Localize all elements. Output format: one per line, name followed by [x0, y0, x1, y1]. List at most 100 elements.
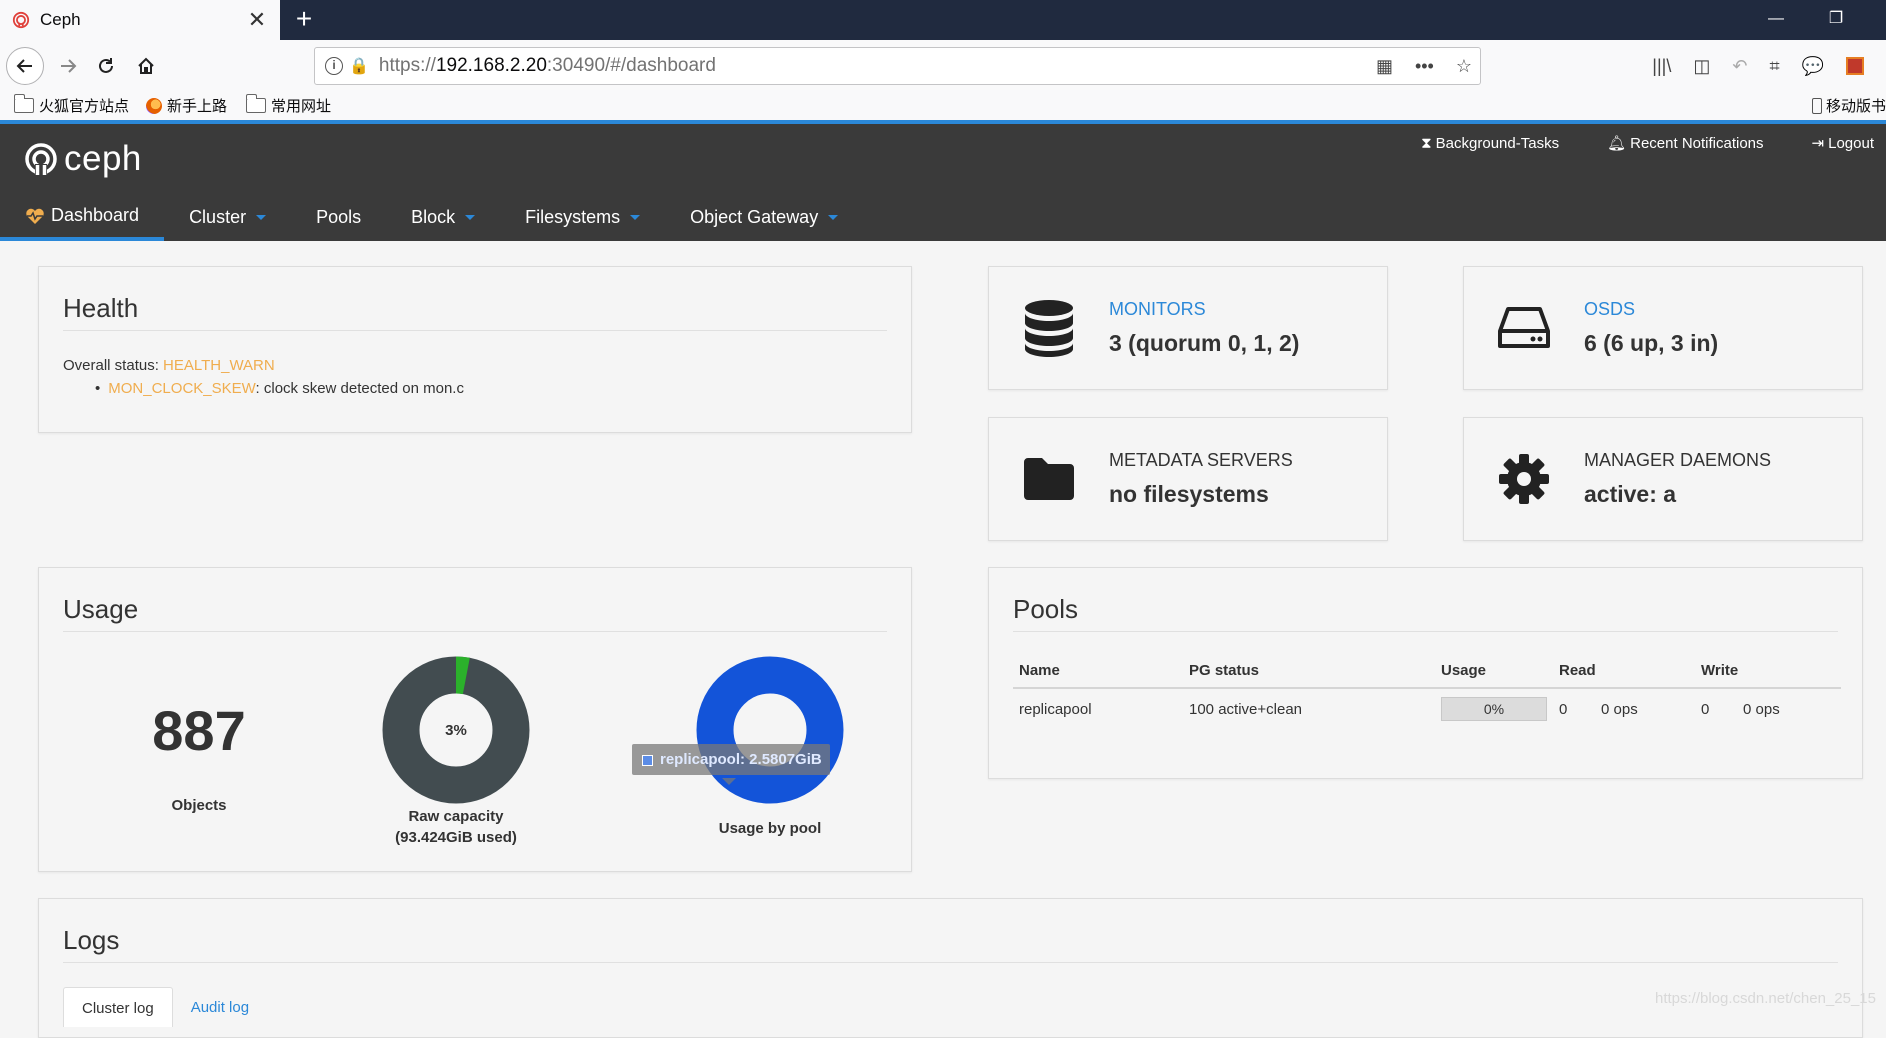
- logs-tabs: Cluster log Audit log: [63, 987, 267, 1027]
- manager-daemons-card: MANAGER DAEMONS active: a: [1463, 417, 1863, 541]
- raw-capacity-donut: 3%: [382, 656, 530, 804]
- ceph-logo-text: ceph: [64, 139, 142, 179]
- objects-count: 887: [101, 698, 297, 763]
- database-icon: [1024, 299, 1074, 357]
- caret-down-icon: [630, 215, 640, 220]
- tab-title: Ceph: [40, 10, 246, 30]
- bell-icon: 🔔︎: [1607, 134, 1626, 152]
- osds-link[interactable]: OSDS: [1584, 299, 1718, 320]
- hdd-icon: [1498, 306, 1550, 350]
- bookmark-star-icon[interactable]: ☆: [1456, 56, 1472, 77]
- nav-object-gateway[interactable]: Object Gateway: [665, 194, 863, 241]
- objects-label: Objects: [101, 797, 297, 814]
- arrow-left-icon: [15, 56, 35, 76]
- sidebar-icon[interactable]: ◫: [1693, 56, 1710, 77]
- browser-tab[interactable]: Ceph ✕: [0, 0, 280, 40]
- read-value: 0: [1553, 688, 1595, 729]
- tooltip-arrow: [722, 778, 736, 785]
- insecure-lock-icon[interactable]: 🔒: [349, 56, 369, 76]
- bookmarks-bar: 火狐官方站点 新手上路 常用网址 移动版书: [0, 92, 1886, 120]
- nav-filesystems[interactable]: Filesystems: [500, 194, 665, 241]
- url-bar[interactable]: i 🔒 https://192.168.2.20:30490/#/dashboa…: [314, 47, 1481, 85]
- overall-status-label: Overall status:: [63, 357, 163, 374]
- health-panel: Health Overall status: HEALTH_WARN MON_C…: [38, 266, 912, 433]
- read-ops: 0 ops: [1595, 688, 1695, 729]
- caret-down-icon: [828, 215, 838, 220]
- url-path: :30490/#/dashboard: [547, 55, 716, 77]
- close-tab-icon[interactable]: ✕: [246, 7, 268, 33]
- table-row[interactable]: replicapool 100 active+clean 0% 0 0 ops …: [1013, 688, 1841, 729]
- divider: [63, 631, 887, 632]
- home-icon: [136, 56, 156, 76]
- undo-icon[interactable]: ↶: [1732, 56, 1747, 77]
- forward-button[interactable]: [50, 48, 86, 84]
- bookmark-label: 常用网址: [271, 95, 331, 116]
- column-header: PG status: [1183, 656, 1435, 688]
- folder-icon: [14, 98, 34, 113]
- health-check-item: MON_CLOCK_SKEW: clock skew detected on m…: [111, 380, 887, 397]
- panel-title: Pools: [989, 568, 1862, 631]
- bookmark-item[interactable]: 常用网址: [246, 95, 331, 116]
- tab-cluster-log[interactable]: Cluster log: [63, 987, 173, 1027]
- logout-label: Logout: [1828, 135, 1874, 152]
- monitors-link[interactable]: MONITORS: [1109, 299, 1299, 320]
- back-button[interactable]: [6, 47, 44, 85]
- tab-audit-log[interactable]: Audit log: [173, 987, 267, 1027]
- crop-icon[interactable]: ⌗: [1769, 56, 1779, 77]
- hourglass-icon: ⧗: [1421, 135, 1432, 152]
- osds-value: 6 (6 up, 3 in): [1584, 330, 1718, 357]
- logout-link[interactable]: ⇥ Logout: [1812, 134, 1874, 152]
- extension-icon[interactable]: [1846, 57, 1864, 75]
- divider: [63, 962, 1838, 963]
- bookmark-label: 新手上路: [167, 95, 227, 116]
- new-tab-button[interactable]: +: [288, 4, 320, 36]
- usage-by-pool-donut: [696, 656, 844, 804]
- nav-block[interactable]: Block: [386, 194, 500, 241]
- minimize-window-button[interactable]: —: [1746, 0, 1806, 40]
- legend-swatch: [642, 755, 653, 766]
- reload-button[interactable]: [88, 48, 124, 84]
- pools-table: Name PG status Usage Read Write replicap…: [1013, 656, 1841, 729]
- bookmark-label: 火狐官方站点: [39, 95, 129, 116]
- nav-dashboard[interactable]: Dashboard: [0, 194, 164, 241]
- folder-icon: [1022, 456, 1076, 502]
- panel-title: Health: [39, 267, 911, 330]
- metadata-servers-value: no filesystems: [1109, 481, 1293, 508]
- ceph-favicon-icon: [12, 11, 30, 29]
- table-header-row: Name PG status Usage Read Write: [1013, 656, 1841, 688]
- ceph-logo[interactable]: ceph: [24, 139, 142, 179]
- nav-label: Pools: [316, 207, 361, 228]
- nav-label: Cluster: [189, 207, 246, 228]
- osds-card: OSDS 6 (6 up, 3 in): [1463, 266, 1863, 390]
- nav-cluster[interactable]: Cluster: [164, 194, 291, 241]
- usage-panel: Usage 887 Objects 3% Raw capacity (93.42…: [38, 567, 912, 872]
- panel-title: Logs: [39, 899, 1862, 962]
- url-scheme: https://: [379, 55, 436, 77]
- restore-window-button[interactable]: ❐: [1806, 0, 1866, 40]
- nav-pools[interactable]: Pools: [291, 194, 386, 241]
- recent-notifications-link[interactable]: 🔔︎ Recent Notifications: [1607, 134, 1763, 152]
- mobile-bookmarks[interactable]: 移动版书: [1812, 95, 1886, 116]
- bookmark-item[interactable]: 火狐官方站点: [14, 95, 129, 116]
- phone-icon: [1812, 98, 1822, 114]
- chat-icon[interactable]: 💬: [1802, 56, 1824, 77]
- home-button[interactable]: [128, 48, 164, 84]
- pool-name: replicapool: [1013, 688, 1183, 729]
- recent-notifications-label: Recent Notifications: [1630, 135, 1763, 152]
- qr-code-icon[interactable]: ▦: [1376, 56, 1393, 77]
- arrow-right-icon: [58, 56, 78, 76]
- info-icon[interactable]: i: [325, 57, 343, 75]
- library-icon[interactable]: |||\: [1652, 56, 1671, 77]
- page-actions-icon[interactable]: •••: [1415, 56, 1434, 77]
- raw-capacity-used: (93.424GiB used): [336, 829, 576, 846]
- caret-down-icon: [465, 215, 475, 220]
- sign-out-icon: ⇥: [1812, 134, 1825, 152]
- background-tasks-label: Background-Tasks: [1436, 135, 1559, 152]
- bookmark-item[interactable]: 新手上路: [146, 95, 227, 116]
- manager-daemons-label: MANAGER DAEMONS: [1584, 450, 1771, 471]
- objects-stat: 887 Objects: [101, 698, 297, 814]
- raw-capacity-percent: 3%: [445, 722, 467, 739]
- usage-cell: 0%: [1435, 688, 1553, 729]
- background-tasks-link[interactable]: ⧗ Background-Tasks: [1421, 134, 1559, 152]
- nav-label: Block: [411, 207, 455, 228]
